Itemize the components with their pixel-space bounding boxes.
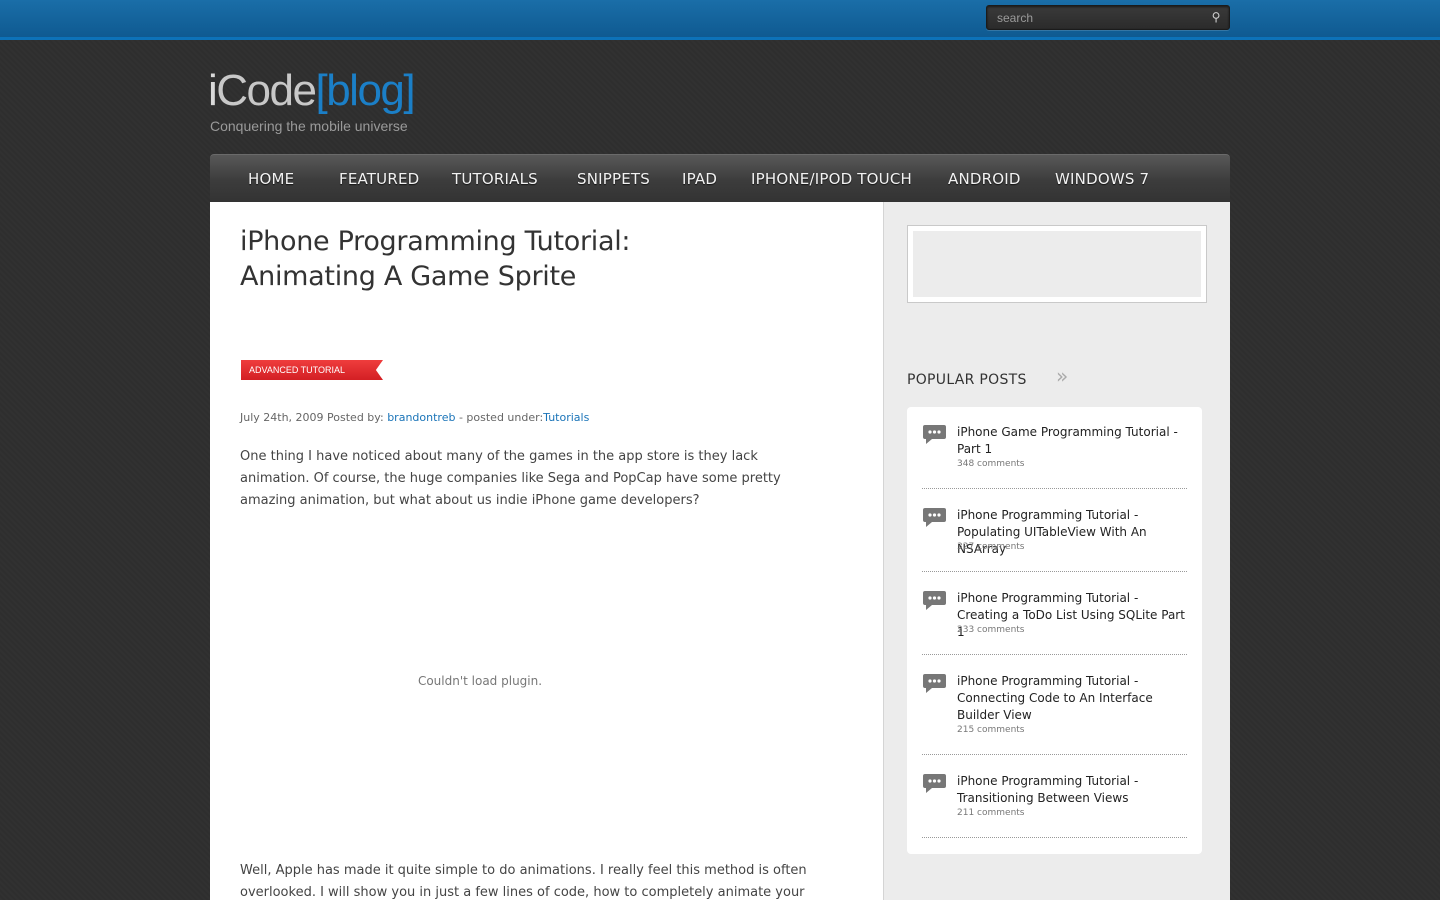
category-link[interactable]: Tutorials — [543, 411, 589, 424]
sidebar: POPULAR POSTS » iPhone Game Programming … — [883, 202, 1230, 900]
popular-post-title[interactable]: iPhone Programming Tutorial - Connecting… — [957, 673, 1189, 724]
post-paragraph-2: Well, Apple has made it quite simple to … — [240, 863, 807, 900]
popular-post-item[interactable]: iPhone Programming Tutorial - Transition… — [922, 773, 1187, 838]
popular-post-item[interactable]: iPhone Programming Tutorial - Populating… — [922, 507, 1187, 572]
popular-post-title[interactable]: iPhone Game Programming Tutorial - Part … — [957, 424, 1189, 458]
speech-bubble-icon — [923, 508, 946, 527]
popular-post-item[interactable]: iPhone Programming Tutorial - Creating a… — [922, 590, 1187, 655]
post-title: iPhone Programming Tutorial: Animating A… — [240, 224, 840, 294]
popular-post-comments: 233 comments — [957, 625, 1025, 635]
post-content: iPhone Programming Tutorial: Animating A… — [210, 202, 883, 900]
nav-home[interactable]: HOME — [248, 170, 294, 188]
post-date: July 24th, 2009 Posted by: — [240, 411, 388, 424]
speech-bubble-icon — [923, 425, 946, 444]
top-bar: ⚲ — [0, 0, 1440, 40]
popular-post-comments: 215 comments — [957, 725, 1025, 735]
main-nav: HOME FEATURED TUTORIALS SNIPPETS IPAD IP… — [210, 154, 1230, 202]
popular-post-item[interactable]: iPhone Programming Tutorial - Connecting… — [922, 673, 1187, 755]
double-chevron-right-icon[interactable]: » — [1056, 364, 1068, 388]
ad-placeholder — [913, 231, 1201, 297]
search-icon[interactable]: ⚲ — [1207, 9, 1225, 26]
popular-posts-list: iPhone Game Programming Tutorial - Part … — [907, 407, 1202, 854]
popular-post-title[interactable]: iPhone Programming Tutorial - Transition… — [957, 773, 1189, 807]
post-title-line-2: Animating A Game Sprite — [240, 261, 577, 292]
speech-bubble-icon — [923, 591, 946, 610]
nav-iphone-ipod-touch[interactable]: IPHONE/IPOD TOUCH — [751, 170, 912, 188]
popular-post-item[interactable]: iPhone Game Programming Tutorial - Part … — [922, 424, 1187, 489]
speech-bubble-icon — [923, 674, 946, 693]
nav-snippets[interactable]: SNIPPETS — [577, 170, 650, 188]
category-badge[interactable]: ADVANCED TUTORIAL — [241, 360, 383, 380]
speech-bubble-icon — [923, 774, 946, 793]
popular-post-comments: 327 comments — [957, 542, 1025, 552]
posted-under-label: - posted under: — [455, 411, 544, 424]
post-title-line-1: iPhone Programming Tutorial: — [240, 226, 631, 257]
popular-post-comments: 211 comments — [957, 808, 1025, 818]
search-input[interactable] — [987, 6, 1202, 29]
nav-android[interactable]: ANDROID — [948, 170, 1021, 188]
ad-box — [907, 225, 1207, 303]
site-logo[interactable]: iCode[blog] Conquering the mobile univer… — [208, 66, 416, 134]
post-paragraph-1: One thing I have noticed about many of t… — [240, 449, 781, 508]
search-box: ⚲ — [986, 5, 1230, 30]
plugin-placeholder: Couldn't load plugin. — [417, 674, 543, 688]
nav-tutorials[interactable]: TUTORIALS — [452, 170, 538, 188]
author-link[interactable]: brandontreb — [387, 411, 455, 424]
logo-code: Code — [216, 66, 317, 115]
nav-featured[interactable]: FEATURED — [339, 170, 419, 188]
logo-blog: [blog] — [315, 66, 415, 115]
post-meta: July 24th, 2009 Posted by: brandontreb -… — [240, 411, 589, 424]
site-tagline: Conquering the mobile universe — [210, 118, 408, 134]
popular-posts-title: POPULAR POSTS — [907, 372, 1027, 388]
nav-windows-7[interactable]: WINDOWS 7 — [1055, 170, 1149, 188]
popular-post-comments: 348 comments — [957, 459, 1025, 469]
nav-ipad[interactable]: IPAD — [682, 170, 717, 188]
